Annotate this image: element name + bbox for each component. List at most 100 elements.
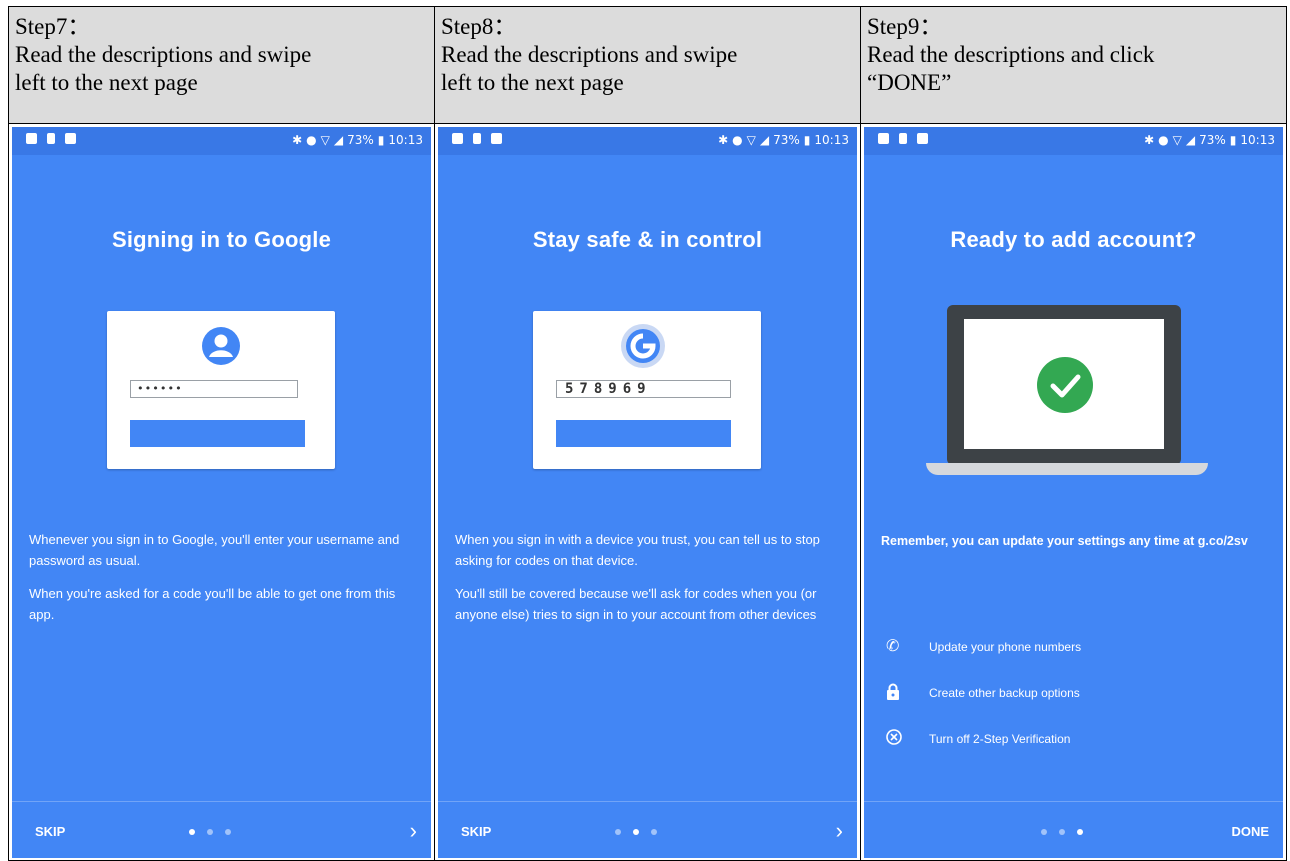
wifi-icon: ▽ <box>1172 133 1182 147</box>
page-dot <box>207 829 213 835</box>
page-dot <box>189 829 195 835</box>
skip-button[interactable]: SKIP <box>35 824 65 839</box>
onboarding-footer: SKIP › <box>438 801 857 858</box>
screen-title: Stay safe & in control <box>532 227 763 252</box>
step7-header: Step7： Read the descriptions and swipe l… <box>9 7 434 124</box>
clock: 10:13 <box>814 133 849 147</box>
page-dot <box>1059 829 1065 835</box>
password-field: •••••• <box>130 380 298 398</box>
battery-percent: 73% <box>1199 133 1226 147</box>
step9-phone-screen: ✱ ● ▽ ◢ 73% ▮ 10:13 Ready to add account… <box>864 127 1283 858</box>
option-label: Update your phone numbers <box>929 640 1082 654</box>
page-indicator <box>1041 829 1083 835</box>
description-paragraph: You'll still be covered because we'll as… <box>455 586 817 622</box>
step9-column: Step9： Read the descriptions and click “… <box>860 6 1287 861</box>
bluetooth-icon: ✱ <box>1144 133 1155 147</box>
step7-instruction-line2: left to the next page <box>15 70 198 95</box>
step9-label: Step9： <box>867 14 943 39</box>
do-not-disturb-icon: ● <box>306 133 317 147</box>
step7-phone-screen: ✱ ● ▽ ◢ 73% ▮ 10:13 Signing in to Google… <box>12 127 431 858</box>
description-paragraph: Remember, you can update your settings a… <box>881 534 1248 548</box>
battery-icon: ▮ <box>1229 133 1237 147</box>
option-update-phone[interactable]: ✆ Update your phone numbers <box>886 637 1273 683</box>
page-dot <box>1041 829 1047 835</box>
page-dot <box>651 829 657 835</box>
laptop-base <box>926 463 1208 475</box>
lock-icon <box>886 683 906 703</box>
step8-header: Step8： Read the descriptions and swipe l… <box>435 7 860 124</box>
notification-icon <box>917 133 928 144</box>
sign-in-button-illustration <box>130 420 305 447</box>
notification-icon <box>452 133 463 144</box>
step7-label: Step7： <box>15 14 91 39</box>
notification-icon <box>47 133 55 144</box>
status-bar: ✱ ● ▽ ◢ 73% ▮ 10:13 <box>864 127 1283 155</box>
step8-instruction-line1: Read the descriptions and swipe <box>441 42 738 67</box>
page-dot <box>1077 829 1083 835</box>
step9-instruction-line2: “DONE” <box>867 70 952 95</box>
notification-icon <box>473 133 481 144</box>
battery-icon: ▮ <box>377 133 385 147</box>
status-bar: ✱ ● ▽ ◢ 73% ▮ 10:13 <box>12 127 431 155</box>
status-bar: ✱ ● ▽ ◢ 73% ▮ 10:13 <box>438 127 857 155</box>
option-backup[interactable]: Create other backup options <box>886 683 1273 729</box>
step9-header: Step9： Read the descriptions and click “… <box>861 7 1286 124</box>
step9-instruction-line1: Read the descriptions and click <box>867 42 1155 67</box>
step8-instruction-line2: left to the next page <box>441 70 624 95</box>
skip-button[interactable]: SKIP <box>461 824 491 839</box>
page-dot <box>615 829 621 835</box>
notification-icon <box>65 133 76 144</box>
bluetooth-icon: ✱ <box>292 133 303 147</box>
step7-instruction-line1: Read the descriptions and swipe <box>15 42 312 67</box>
onboarding-footer: SKIP › <box>12 801 431 858</box>
battery-percent: 73% <box>347 133 374 147</box>
next-arrow-button[interactable]: › <box>410 818 417 844</box>
page-dot <box>633 829 639 835</box>
laptop-display <box>964 319 1164 449</box>
clock: 10:13 <box>388 133 423 147</box>
phone-icon: ✆ <box>886 638 900 655</box>
option-label: Turn off 2-Step Verification <box>929 732 1071 746</box>
do-not-disturb-icon: ● <box>1158 133 1169 147</box>
screen-title: Ready to add account? <box>950 227 1197 252</box>
steps-table: Step7： Read the descriptions and swipe l… <box>8 6 1287 861</box>
bluetooth-icon: ✱ <box>718 133 729 147</box>
description-paragraph: When you're asked for a code you'll be a… <box>29 586 396 622</box>
description: Whenever you sign in to Google, you'll e… <box>29 529 416 637</box>
step8-phone-screen: ✱ ● ▽ ◢ 73% ▮ 10:13 Stay safe & in contr… <box>438 127 857 858</box>
google-authenticator-icon <box>621 324 665 368</box>
wifi-icon: ▽ <box>746 133 756 147</box>
option-turn-off[interactable]: Turn off 2-Step Verification <box>886 729 1273 775</box>
do-not-disturb-icon: ● <box>732 133 743 147</box>
step8-column: Step8： Read the descriptions and swipe l… <box>434 6 861 861</box>
option-label: Create other backup options <box>929 686 1080 700</box>
account-avatar-icon <box>202 327 240 365</box>
page-indicator <box>615 829 657 835</box>
settings-options-list: ✆ Update your phone numbers Create other… <box>886 637 1273 775</box>
laptop-illustration <box>947 305 1181 465</box>
description: Remember, you can update your settings a… <box>881 529 1268 565</box>
description: When you sign in with a device you trust… <box>455 529 842 637</box>
code-illustration: 578969 <box>533 311 761 469</box>
next-arrow-button[interactable]: › <box>836 818 843 844</box>
signal-icon: ◢ <box>1185 133 1196 147</box>
checkmark-icon <box>1037 357 1093 413</box>
wifi-icon: ▽ <box>320 133 330 147</box>
clock: 10:13 <box>1240 133 1275 147</box>
page-indicator <box>189 829 231 835</box>
signal-icon: ◢ <box>333 133 344 147</box>
step8-label: Step8： <box>441 14 517 39</box>
done-button[interactable]: DONE <box>1231 824 1269 839</box>
close-circle-icon <box>886 729 906 749</box>
notification-icon <box>491 133 502 144</box>
description-paragraph: Whenever you sign in to Google, you'll e… <box>29 532 400 568</box>
verification-code-field: 578969 <box>556 380 731 398</box>
step7-column: Step7： Read the descriptions and swipe l… <box>8 6 435 861</box>
notification-icon <box>899 133 907 144</box>
submit-button-illustration <box>556 420 731 447</box>
description-paragraph: When you sign in with a device you trust… <box>455 532 820 568</box>
screen-title: Signing in to Google <box>111 227 332 252</box>
page-dot <box>225 829 231 835</box>
sign-in-illustration: •••••• <box>107 311 335 469</box>
notification-icon <box>26 133 37 144</box>
